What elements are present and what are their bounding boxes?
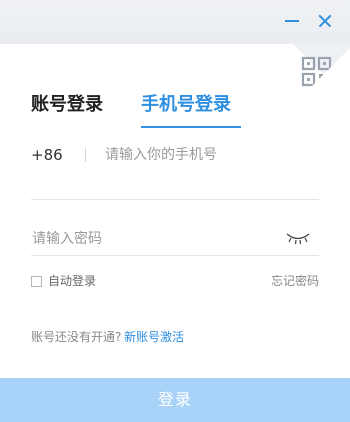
tab-phone-login[interactable]: 手机号登录 bbox=[141, 92, 231, 118]
password-field-underline bbox=[31, 255, 319, 256]
password-input[interactable] bbox=[32, 227, 272, 251]
activate-account-link[interactable]: 新账号激活 bbox=[124, 329, 184, 345]
qr-code-icon[interactable] bbox=[293, 44, 350, 101]
phone-field-divider bbox=[85, 148, 86, 162]
login-button[interactable]: 登录 bbox=[0, 378, 350, 422]
phone-number-input[interactable] bbox=[105, 143, 315, 167]
eye-closed-icon[interactable] bbox=[285, 230, 311, 245]
auto-login-checkbox[interactable] bbox=[31, 276, 42, 287]
auto-login-label[interactable]: 自动登录 bbox=[48, 273, 96, 289]
title-bar bbox=[0, 0, 350, 44]
active-tab-indicator bbox=[141, 126, 241, 128]
country-code-selector[interactable]: +86 bbox=[31, 144, 63, 166]
close-icon[interactable] bbox=[316, 12, 334, 30]
tab-account-login[interactable]: 账号登录 bbox=[31, 92, 103, 118]
qr-code-corner-graphic bbox=[293, 44, 350, 101]
login-window: 账号登录 手机号登录 +86 自动登录 忘记密码 账号还没有开通? 新账号激活 … bbox=[0, 0, 350, 422]
phone-field-underline bbox=[31, 199, 319, 200]
forgot-password-link[interactable]: 忘记密码 bbox=[271, 273, 319, 289]
register-prompt: 账号还没有开通? bbox=[31, 330, 122, 344]
minimize-icon[interactable] bbox=[283, 12, 301, 30]
eye-closed-icon-graphic bbox=[286, 233, 310, 245]
